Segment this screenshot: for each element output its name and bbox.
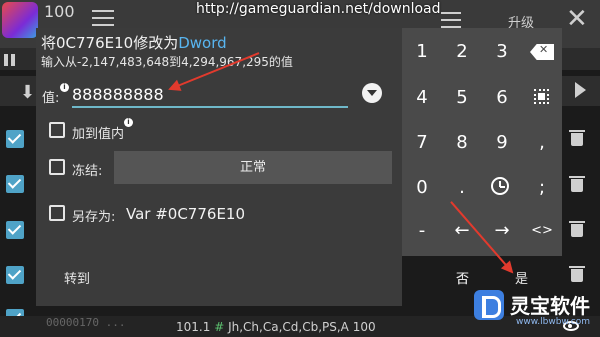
dialog-title-type: Dword	[178, 34, 227, 52]
key-angle-brackets[interactable]: <>	[522, 213, 562, 249]
download-icon[interactable]: ⬇	[20, 82, 35, 103]
value-input[interactable]	[72, 82, 348, 108]
key-minus[interactable]: -	[402, 213, 442, 249]
no-button[interactable]: 否	[456, 268, 469, 287]
dialog-title: 将0C776E10修改为Dword	[41, 32, 227, 53]
freeze-mode-button[interactable]: 正常	[114, 151, 392, 184]
watermark-logo-icon	[474, 290, 504, 320]
settings-sliders-icon[interactable]	[92, 10, 114, 28]
key-1[interactable]: 1	[402, 34, 442, 70]
watermark-url: www.lbwbw.com	[516, 317, 591, 327]
select-all-icon[interactable]	[534, 89, 549, 104]
key-5[interactable]: 5	[442, 80, 482, 116]
key-7[interactable]: 7	[402, 125, 442, 161]
result-checkbox[interactable]	[6, 130, 24, 148]
status-types: Jh,Ch,Ca,Cd,Cb,PS,A 100	[228, 320, 376, 334]
key-8[interactable]: 8	[442, 125, 482, 161]
delete-icon[interactable]	[569, 221, 585, 237]
key-4[interactable]: 4	[402, 80, 442, 116]
key-dot[interactable]: .	[442, 170, 482, 206]
app-logo-icon	[2, 2, 38, 38]
status-text: 101.1 # Jh,Ch,Ca,Cd,Cb,PS,A 100	[176, 320, 376, 334]
key-comma[interactable]: ,	[522, 125, 562, 161]
add-to-value-checkbox[interactable]	[49, 122, 65, 138]
numeric-keypad: 1 2 3 4 5 6 7 8 9 , 0 . ; - ← → <>	[402, 28, 562, 256]
result-row-address: 00000170 ...	[46, 316, 126, 329]
var-name-input[interactable]	[126, 202, 356, 226]
history-icon[interactable]	[491, 177, 509, 195]
result-checkbox[interactable]	[6, 175, 24, 193]
status-value: 101.1	[176, 320, 211, 334]
play-icon[interactable]	[575, 82, 586, 98]
key-0[interactable]: 0	[402, 170, 442, 206]
key-semicolon[interactable]: ;	[522, 170, 562, 206]
dialog-title-prefix: 将0C776E10修改为	[41, 34, 179, 52]
delete-icon[interactable]	[569, 130, 585, 146]
goto-button[interactable]: 转到	[64, 268, 90, 287]
delete-icon[interactable]	[569, 176, 585, 192]
freeze-checkbox[interactable]	[49, 159, 65, 175]
value-label: 值:	[42, 91, 60, 106]
freeze-label: 冻结:	[72, 164, 103, 179]
key-6[interactable]: 6	[482, 80, 522, 116]
key-3[interactable]: 3	[482, 34, 522, 70]
info-icon[interactable]: i	[60, 83, 69, 92]
save-as-checkbox[interactable]	[49, 205, 65, 221]
result-count: 100	[44, 2, 75, 21]
info-icon[interactable]: i	[124, 118, 133, 127]
backspace-icon[interactable]	[530, 44, 554, 60]
delete-icon[interactable]	[569, 266, 585, 282]
save-as-label: 另存为:	[72, 210, 116, 225]
url-overlay: http://gameguardian.net/download	[196, 1, 441, 17]
yes-button[interactable]: 是	[515, 268, 528, 287]
watermark-name: 灵宝软件	[510, 294, 590, 318]
key-9[interactable]: 9	[482, 125, 522, 161]
status-hash: #	[214, 320, 225, 334]
key-2[interactable]: 2	[442, 34, 482, 70]
close-icon[interactable]: ✕	[566, 4, 588, 34]
add-to-value-label: 加到值内	[72, 127, 125, 142]
chevron-down-icon[interactable]	[362, 83, 382, 103]
result-checkbox[interactable]	[6, 266, 24, 284]
list-icon[interactable]	[441, 12, 461, 28]
pause-icon[interactable]	[4, 51, 18, 66]
result-checkbox[interactable]	[6, 221, 24, 239]
